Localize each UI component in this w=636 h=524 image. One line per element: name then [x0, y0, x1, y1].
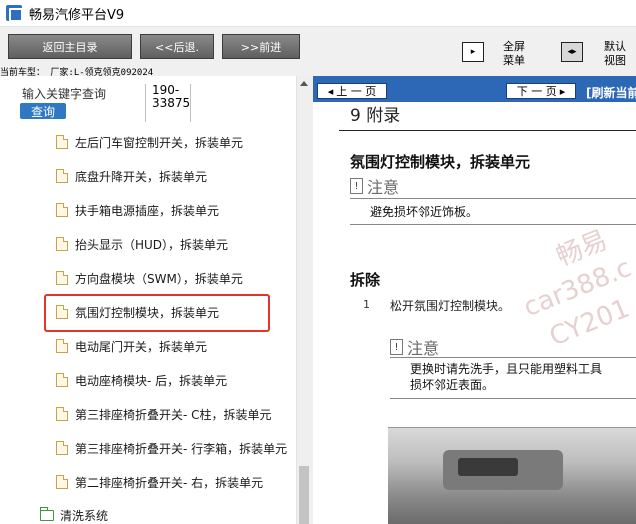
section-title-removal: 拆除: [350, 271, 381, 289]
document-file-icon: [56, 135, 68, 149]
step-number: 1: [363, 298, 370, 311]
tree-item[interactable]: 抬头显示（HUD），拆装单元: [56, 233, 228, 255]
document-file-icon: [56, 373, 68, 387]
tree-item[interactable]: 方向盘模块（SWM），拆装单元: [56, 267, 243, 289]
tree-item-label: 方向盘模块（SWM），拆装单元: [75, 271, 243, 286]
fullscreen-label-1: 全屏: [503, 40, 525, 53]
prev-page-label: 上 一 页: [336, 85, 377, 98]
document-file-icon: [56, 339, 68, 353]
caution-1-text: 避免损坏邻近饰板。: [370, 205, 479, 219]
tree-item-label: 第二排座椅折叠开关- 右，拆装单元: [75, 475, 264, 490]
caution-1-bottom-rule: [350, 224, 636, 225]
document-file-icon: [56, 271, 68, 285]
tree-item[interactable]: 第三排座椅折叠开关- C柱，拆装单元: [56, 403, 272, 425]
tree-item-label: 电动尾门开关，拆装单元: [75, 339, 208, 354]
photo-connector-shape: [458, 458, 518, 476]
scroll-up-arrow-icon[interactable]: [300, 81, 308, 86]
caution-2: ! 注意: [390, 335, 439, 359]
default-view-button[interactable]: 默认 视图: [604, 40, 626, 68]
document-file-icon: [56, 237, 68, 251]
prev-page-button[interactable]: ◂ 上 一 页: [317, 83, 387, 99]
caution-2-bottom-rule: [390, 398, 636, 399]
query-button[interactable]: 查询: [20, 103, 66, 119]
document-file-icon: [56, 441, 68, 455]
caution-1-word: 注意: [367, 178, 400, 197]
tree-item[interactable]: 第三排座椅折叠开关- 行李箱，拆装单元: [56, 437, 287, 459]
tree-item-label: 抬头显示（HUD），拆装单元: [75, 237, 229, 252]
tree-item[interactable]: 电动尾门开关，拆装单元: [56, 335, 207, 357]
default-view-toggle-icon[interactable]: ◂▸: [561, 42, 583, 62]
tree-item[interactable]: 电动座椅模块- 后，拆装单元: [56, 369, 227, 391]
range-divider: [190, 84, 191, 122]
chapter-title: 9 附录: [350, 106, 401, 126]
range-end: 33875: [152, 96, 191, 110]
tree-item-label: 电动座椅模块- 后，拆装单元: [75, 373, 228, 388]
document-file-icon: [56, 203, 68, 217]
caution-1-rule: [350, 198, 636, 199]
caution-2-rule: [390, 357, 636, 358]
prev-arrow-icon: ◂: [327, 84, 334, 98]
app-logo-icon: [6, 5, 23, 22]
default-label-1: 默认: [604, 40, 626, 53]
scrollbar-thumb[interactable]: [299, 466, 309, 524]
caution-2-text: 更换时请先洗手，且只能用塑料工具 损坏邻近表面。: [410, 361, 602, 393]
caution-icon: !: [390, 339, 403, 355]
document-file-icon: [56, 169, 68, 183]
tree-item[interactable]: 第二排座椅折叠开关- 右，拆装单元: [56, 471, 263, 493]
tree-item-label: 左后门车窗控制开关，拆装单元: [75, 135, 244, 150]
watermark-site: car388.c: [519, 252, 636, 324]
folder-icon: [40, 506, 54, 521]
title-bar: 畅易汽修平台V9: [0, 0, 636, 27]
toolbar: 返回主目录 <<后退. >>前进 ▸ 全屏 菜单 ◂▸ 默认 视图: [0, 28, 636, 68]
document-nav-bar: ◂ 上 一 页 下 一 页 ▸ [刷新当前: [313, 76, 636, 102]
fullscreen-label-2: 菜单: [503, 54, 525, 67]
tree-item[interactable]: 底盘升降开关，拆装单元: [56, 165, 207, 187]
tree-item-label: 第三排座椅折叠开关- C柱，拆装单元: [75, 407, 272, 422]
home-button[interactable]: 返回主目录: [8, 34, 132, 59]
tree-item-label: 底盘升降开关，拆装单元: [75, 169, 208, 184]
caution-2-word: 注意: [407, 339, 440, 358]
forward-button[interactable]: >>前进: [222, 34, 300, 59]
selected-item-highlight: [44, 294, 270, 332]
tree-item[interactable]: 扶手箱电源插座，拆装单元: [56, 199, 219, 221]
search-divider: [145, 84, 146, 122]
app-window: 畅易汽修平台V9 返回主目录 <<后退. >>前进 ▸ 全屏 菜单 ◂▸ 默认 …: [0, 0, 636, 524]
component-photo: [388, 427, 636, 524]
tree-item-label: 扶手箱电源插座，拆装单元: [75, 203, 220, 218]
catalog-scrollbar[interactable]: [296, 76, 311, 524]
caution-2-line-1: 更换时请先洗手，且只能用塑料工具: [410, 362, 603, 376]
document-panel: ◂ 上 一 页 下 一 页 ▸ [刷新当前 9 附录 氛围灯控制模块，拆装单元 …: [313, 76, 636, 524]
document-file-icon: [56, 407, 68, 421]
watermark-code: CY201: [545, 293, 634, 353]
document-file-icon: [56, 475, 68, 489]
step-text: 松开氛围灯控制模块。: [390, 299, 511, 313]
tree-folder-label: 清洗系统: [60, 508, 109, 523]
tree-folder-cleaning-system[interactable]: 清洗系统: [40, 505, 108, 524]
back-button[interactable]: <<后退.: [140, 34, 214, 59]
watermark-brand: 畅易: [552, 225, 612, 273]
next-page-label: 下 一 页: [516, 85, 557, 98]
next-arrow-icon: ▸: [559, 84, 566, 98]
default-label-2: 视图: [604, 54, 626, 67]
chapter-divider: [339, 130, 636, 131]
tree-item-label: 第三排座椅折叠开关- 行李箱，拆装单元: [75, 441, 288, 456]
page-range: 190- 33875: [152, 84, 190, 110]
next-page-button[interactable]: 下 一 页 ▸: [506, 83, 576, 99]
window-title: 畅易汽修平台V9: [29, 7, 125, 23]
caution-icon: !: [350, 178, 363, 194]
tree-item[interactable]: 左后门车窗控制开关，拆装单元: [56, 131, 243, 153]
caution-1: ! 注意: [350, 174, 399, 198]
refresh-current-link[interactable]: [刷新当前: [586, 84, 636, 101]
caution-2-line-2: 损坏邻近表面。: [410, 378, 495, 392]
search-label[interactable]: 输入关键字查询: [22, 85, 106, 102]
doc-heading: 氛围灯控制模块，拆装单元: [350, 153, 531, 171]
catalog-panel: 输入关键字查询 查询 190- 33875 左后门车窗控制开关，拆装单元 底盘升降…: [0, 76, 311, 524]
fullscreen-menu-button[interactable]: 全屏 菜单: [503, 40, 525, 68]
fullscreen-toggle-icon[interactable]: ▸: [462, 42, 484, 62]
